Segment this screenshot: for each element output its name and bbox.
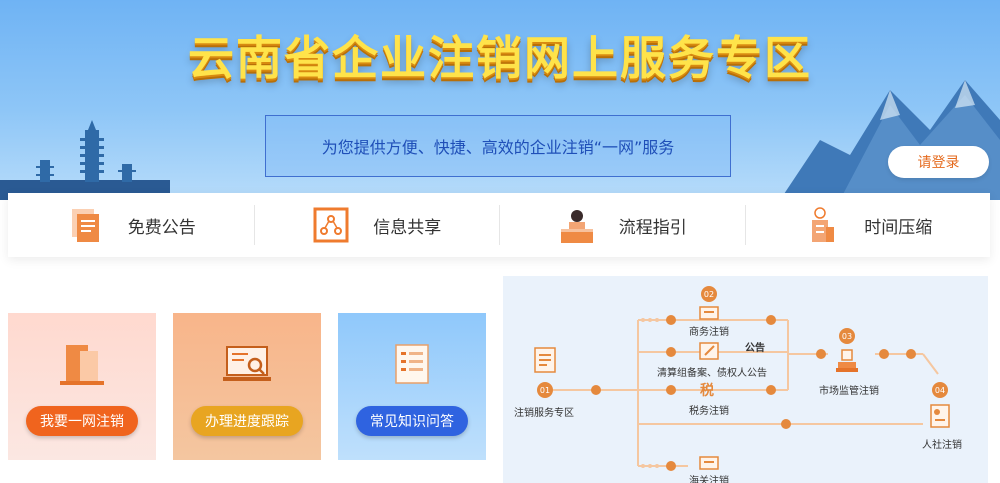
one-stop-cancel-button[interactable]: 我要一网注销 — [26, 406, 138, 436]
pagoda-skyline-illustration — [0, 120, 170, 200]
cabinet-icon — [60, 345, 104, 385]
start-document-icon — [534, 347, 556, 373]
nav-process-guide[interactable]: 流程指引 — [499, 193, 745, 257]
share-network-icon — [313, 207, 349, 243]
edit-form-icon — [699, 342, 719, 360]
hero-banner: 云南省企业注销网上服务专区 为您提供方便、快捷、高效的企业注销“一网”服务 请登… — [0, 0, 1000, 200]
page-title: 云南省企业注销网上服务专区 — [188, 31, 812, 85]
faq-button[interactable]: 常见知识问答 — [356, 406, 468, 436]
cancellation-flow-diagram: 01 注销服务专区 02 商务注销 清算组备案、债权人公告 公告 税 税务注销 … — [503, 276, 988, 483]
slogan-box: 为您提供方便、快捷、高效的企业注销“一网”服务 — [265, 115, 731, 177]
card-progress-track[interactable]: 办理进度跟踪 — [173, 313, 321, 460]
nav-time-compress[interactable]: 时间压缩 — [744, 193, 991, 257]
card-faq[interactable]: 常见知识问答 — [338, 313, 486, 460]
step-number: 01 — [537, 382, 553, 398]
step-label[interactable]: 海关注销 — [689, 472, 729, 483]
nav-label: 免费公告 — [127, 217, 196, 238]
nav-label: 时间压缩 — [864, 217, 933, 238]
step-number: 04 — [932, 382, 948, 398]
nav-free-announcement[interactable]: 免费公告 — [8, 193, 254, 257]
flow-connector-lines — [553, 315, 939, 471]
step-label[interactable]: 注销服务专区 — [514, 404, 574, 419]
step-label[interactable]: 税务注销 — [689, 402, 729, 417]
feature-nav: 免费公告 信息共享 流程指引 时间压缩 — [8, 193, 990, 257]
customs-icon — [699, 456, 719, 470]
login-button[interactable]: 请登录 — [888, 146, 989, 178]
step-label[interactable]: 商务注销 — [689, 323, 729, 338]
announce-label: 公告 — [745, 343, 765, 354]
step-number: 02 — [701, 286, 717, 302]
tax-icon: 税 — [700, 383, 714, 399]
nav-label: 信息共享 — [373, 217, 442, 238]
nav-info-share[interactable]: 信息共享 — [253, 193, 500, 257]
step-label[interactable]: 人社注销 — [922, 436, 962, 451]
step-number: 03 — [839, 328, 855, 344]
step-label[interactable]: 清算组备案、债权人公告 — [657, 364, 767, 379]
document-stack-icon — [71, 209, 99, 242]
step-label[interactable]: 市场监管注销 — [819, 382, 879, 397]
nav-label: 流程指引 — [618, 217, 687, 238]
card-one-stop-cancel[interactable]: 我要一网注销 — [8, 313, 156, 460]
progress-track-button[interactable]: 办理进度跟踪 — [191, 406, 303, 436]
scroll-list-icon — [395, 344, 429, 384]
id-card-icon — [930, 404, 950, 428]
laptop-search-icon — [223, 346, 271, 381]
clock-building-icon — [812, 207, 835, 242]
market-stamp-icon — [836, 349, 858, 372]
slogan-text: 为您提供方便、快捷、高效的企业注销“一网”服务 — [321, 138, 675, 157]
service-desk-icon — [560, 210, 593, 243]
commerce-icon — [699, 306, 719, 320]
